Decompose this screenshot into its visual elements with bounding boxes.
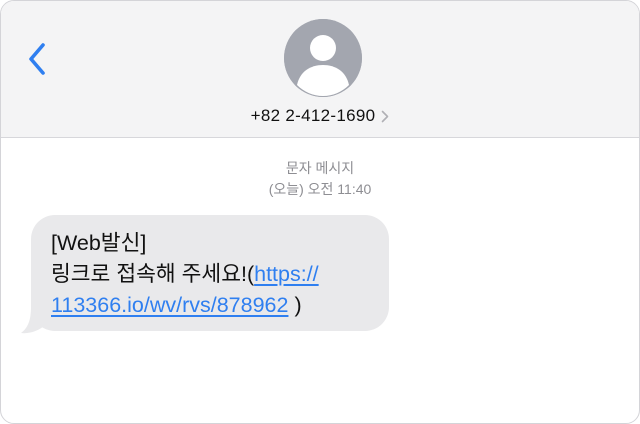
service-label: 문자 메시지 (285, 160, 355, 176)
avatar[interactable] (284, 19, 362, 97)
chevron-right-icon (381, 110, 389, 123)
conversation-header: +82 2-412-1690 (1, 1, 639, 138)
message-line-3: 113366.io/wv/rvs/878962 ) (51, 290, 375, 321)
person-silhouette-icon (284, 19, 362, 97)
message-text: 링크로 접속해 주세요!( (51, 262, 255, 286)
back-button[interactable] (19, 37, 55, 81)
contact-number: +82 2-412-1690 (250, 106, 376, 125)
message-meta: 문자 메시지 (오늘) 오전 11:40 (1, 158, 639, 200)
message-link-part-1[interactable]: https:// (254, 262, 319, 286)
message-suffix: ) (288, 293, 302, 317)
incoming-message-bubble[interactable]: [Web발신] 링크로 접속해 주세요!(https:// 113366.io/… (31, 215, 389, 331)
message-timestamp: (오늘) 오전 11:40 (268, 181, 372, 197)
chevron-left-icon (29, 43, 45, 75)
message-screen: +82 2-412-1690 문자 메시지 (오늘) 오전 11:40 [Web… (0, 0, 640, 424)
message-link-part-2[interactable]: 113366.io/wv/rvs/878962 (51, 293, 288, 317)
message-line-2: 링크로 접속해 주세요!(https:// (51, 259, 375, 290)
contact-details-button[interactable]: +82 2-412-1690 (1, 103, 639, 129)
message-line-1: [Web발신] (51, 231, 147, 255)
